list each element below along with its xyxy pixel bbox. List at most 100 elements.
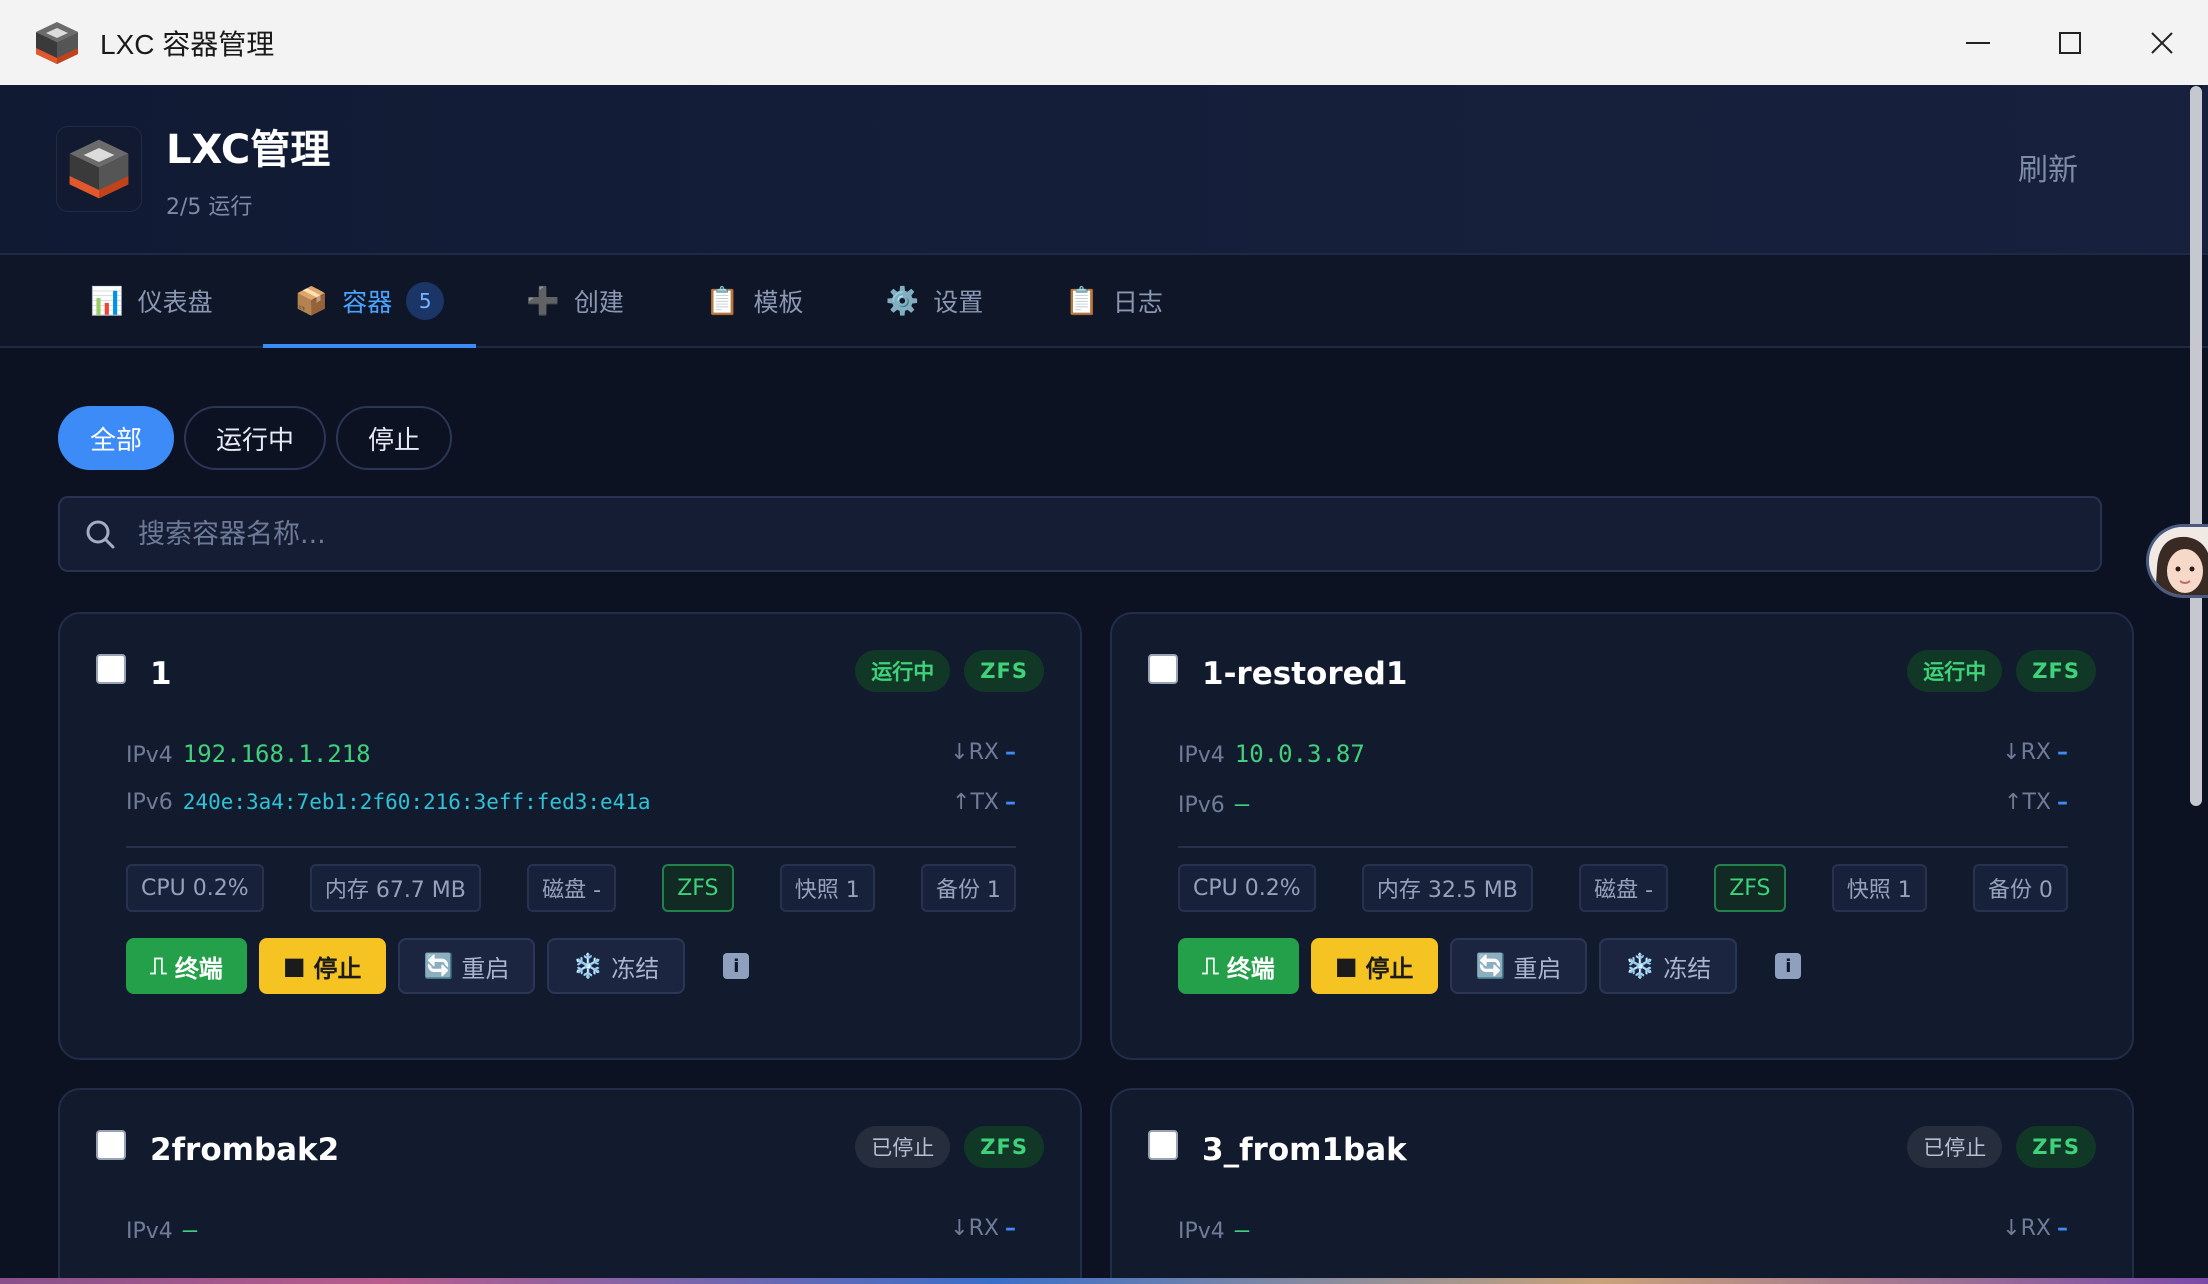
terminal-icon: ⎍ <box>150 952 167 980</box>
maximize-button[interactable] <box>2024 0 2116 85</box>
status-badge: 已停止 <box>855 1126 951 1168</box>
status-badge: 运行中 <box>855 650 951 692</box>
tab-dashboard[interactable]: 📊 仪表盘 <box>58 255 245 346</box>
select-checkbox[interactable] <box>96 654 126 684</box>
ipv4-label: IPv4 <box>1178 743 1225 768</box>
assistant-avatar[interactable] <box>2146 524 2208 598</box>
stop-icon: ■ <box>1334 952 1358 980</box>
running-summary: 2/5 运行 <box>166 195 253 220</box>
ipv6-value: 240e:3a4:7eb1:2f60:216:3eff:fed3:e41a <box>182 790 651 814</box>
tab-create[interactable]: ➕ 创建 <box>494 255 656 346</box>
rx-value: – <box>2057 740 2068 765</box>
scrollbar-thumb[interactable] <box>2190 86 2202 806</box>
lxc-logo-icon <box>69 139 129 199</box>
resource-stats: CPU 0.2% 内存 67.7 MB 磁盘 - ZFS 快照 1 备份 1 <box>126 864 1016 912</box>
maximize-icon <box>2059 31 2081 54</box>
storage-badge: ZFS <box>2016 650 2096 692</box>
close-icon <box>2151 31 2173 54</box>
divider <box>126 846 1016 848</box>
backup-stat: 备份 1 <box>920 864 1016 912</box>
scrollbar[interactable] <box>2190 86 2202 1276</box>
tab-settings[interactable]: ⚙️ 设置 <box>854 255 1016 346</box>
rx-value: – <box>1005 1216 1016 1241</box>
snowflake-icon: ❄️ <box>573 952 604 980</box>
search-input[interactable] <box>138 518 2038 550</box>
freeze-button[interactable]: ❄️ 冻结 <box>547 938 686 994</box>
minimize-button[interactable] <box>1932 0 2024 85</box>
filter-stopped[interactable]: 停止 <box>336 406 453 470</box>
restart-icon: 🔄 <box>423 952 454 980</box>
container-name: 3_from1bak <box>1202 1132 1407 1168</box>
snapshot-stat: 快照 1 <box>779 864 875 912</box>
container-count-badge: 5 <box>406 281 445 320</box>
rx-label: ↓RX <box>950 740 999 765</box>
container-name: 1-restored1 <box>1202 656 1408 692</box>
ipv4-row: IPv4 10.0.3.87 ↓RX – <box>1178 740 2068 774</box>
ipv4-value: 192.168.1.218 <box>182 740 371 768</box>
resource-stats: CPU 0.2% 内存 32.5 MB 磁盘 - ZFS 快照 1 备份 0 <box>1178 864 2068 912</box>
button-label: 停止 <box>313 954 362 983</box>
button-label: 冻结 <box>1663 954 1712 983</box>
ipv6-label: IPv6 <box>126 790 173 815</box>
cpu-stat: CPU 0.2% <box>1178 864 1316 912</box>
package-icon: 📦 <box>294 285 329 317</box>
freeze-button[interactable]: ❄️ 冻结 <box>1599 938 1738 994</box>
ipv4-label: IPv4 <box>1178 1219 1225 1244</box>
restart-button[interactable]: 🔄 重启 <box>397 938 536 994</box>
tab-label: 仪表盘 <box>137 287 213 317</box>
rx-label: ↓RX <box>2002 740 2051 765</box>
close-button[interactable] <box>2116 0 2208 85</box>
cpu-stat: CPU 0.2% <box>126 864 264 912</box>
divider <box>1178 846 2068 848</box>
terminal-button[interactable]: ⎍ 终端 <box>126 938 247 994</box>
info-icon[interactable]: i <box>723 953 750 979</box>
tx-value: – <box>1005 790 1016 815</box>
page-title: LXC管理 <box>166 127 331 173</box>
ipv4-value: – <box>1234 1216 1250 1244</box>
tab-label: 模板 <box>753 287 804 317</box>
filter-all[interactable]: 全部 <box>58 406 175 470</box>
filter-running[interactable]: 运行中 <box>184 406 327 470</box>
container-name: 2frombak2 <box>150 1132 340 1168</box>
stop-button[interactable]: ■ 停止 <box>1310 938 1438 994</box>
ipv6-label: IPv6 <box>1178 793 1225 818</box>
memory-stat: 内存 32.5 MB <box>1361 864 1533 912</box>
restart-button[interactable]: 🔄 重启 <box>1449 938 1588 994</box>
select-checkbox[interactable] <box>1148 654 1178 684</box>
snowflake-icon: ❄️ <box>1625 952 1656 980</box>
chart-icon: 📊 <box>90 285 124 317</box>
tab-label: 创建 <box>573 287 624 317</box>
tab-logs[interactable]: 📋 日志 <box>1033 255 1195 346</box>
disk-stat: 磁盘 - <box>527 864 617 912</box>
ipv6-row: IPv6– ↑TX – <box>1178 790 2068 824</box>
button-label: 停止 <box>1365 954 1414 983</box>
refresh-button[interactable]: 刷新 <box>2018 145 2078 189</box>
status-filter: 全部 运行中 停止 <box>58 406 453 470</box>
tab-containers[interactable]: 📦 容器 5 <box>262 255 477 348</box>
app-header: LXC管理 2/5 运行 刷新 <box>0 85 2208 255</box>
info-icon[interactable]: i <box>1775 953 1802 979</box>
window-title: LXC 容器管理 <box>100 28 275 60</box>
select-checkbox[interactable] <box>1148 1130 1178 1160</box>
ipv4-label: IPv4 <box>126 1219 173 1244</box>
select-checkbox[interactable] <box>96 1130 126 1160</box>
ipv4-label: IPv4 <box>126 743 173 768</box>
ipv4-row: IPv4– ↓RX – <box>1178 1216 2068 1250</box>
ipv4-row: IPv4– ↓RX – <box>126 1216 1016 1250</box>
ipv6-row: IPv6 240e:3a4:7eb1:2f60:216:3eff:fed3:e41… <box>126 790 1016 824</box>
storage-badge: ZFS <box>964 650 1044 692</box>
rx-label: ↓RX <box>2002 1216 2051 1241</box>
tab-templates[interactable]: 📋 模板 <box>674 255 836 346</box>
tx-label: ↑TX <box>952 790 999 815</box>
clipboard-icon: 📋 <box>705 285 740 317</box>
stop-button[interactable]: ■ 停止 <box>258 938 386 994</box>
container-card: 3_from1bak 已停止 ZFS IPv4– ↓RX – <box>1110 1088 2134 1278</box>
terminal-button[interactable]: ⎍ 终端 <box>1178 938 1299 994</box>
tab-label: 日志 <box>1112 287 1163 317</box>
restart-icon: 🔄 <box>1475 952 1506 980</box>
snapshot-stat: 快照 1 <box>1831 864 1927 912</box>
gear-icon: ⚙️ <box>885 285 920 317</box>
container-card: 1-restored1 运行中 ZFS IPv4 10.0.3.87 ↓RX – I… <box>1110 612 2134 1060</box>
button-label: 重启 <box>461 954 510 983</box>
button-label: 终端 <box>174 954 223 983</box>
